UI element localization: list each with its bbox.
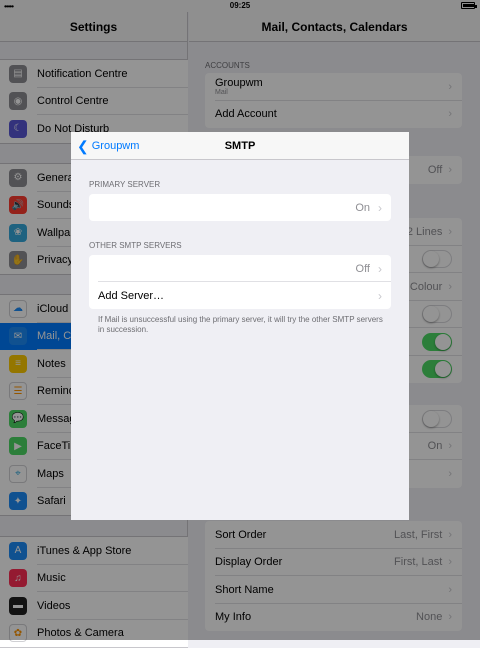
primary-server-header: PRIMARY SERVER <box>89 180 161 189</box>
primary-server-group: On › <box>89 194 391 221</box>
chevron-right-icon: › <box>378 200 382 215</box>
chevron-right-icon: › <box>378 288 382 303</box>
other-servers-group: Off › Add Server… › <box>89 255 391 309</box>
smtp-nav-bar: ❮ Groupwm SMTP <box>71 132 409 160</box>
smtp-modal: ❮ Groupwm SMTP PRIMARY SERVER On › OTHER… <box>71 132 409 520</box>
primary-server-row[interactable]: On › <box>89 194 391 221</box>
smtp-footer-note: If Mail is unsuccessful using the primar… <box>98 315 383 334</box>
other-server-row[interactable]: Off › <box>89 255 391 282</box>
other-server-status: Off <box>355 262 370 275</box>
add-server-label: Add Server… <box>98 289 165 302</box>
chevron-right-icon: › <box>378 261 382 276</box>
other-smtp-servers-header: OTHER SMTP SERVERS <box>89 241 182 250</box>
smtp-title: SMTP <box>224 140 256 152</box>
add-server-row[interactable]: Add Server… › <box>89 282 391 309</box>
primary-server-status: On <box>355 201 370 214</box>
